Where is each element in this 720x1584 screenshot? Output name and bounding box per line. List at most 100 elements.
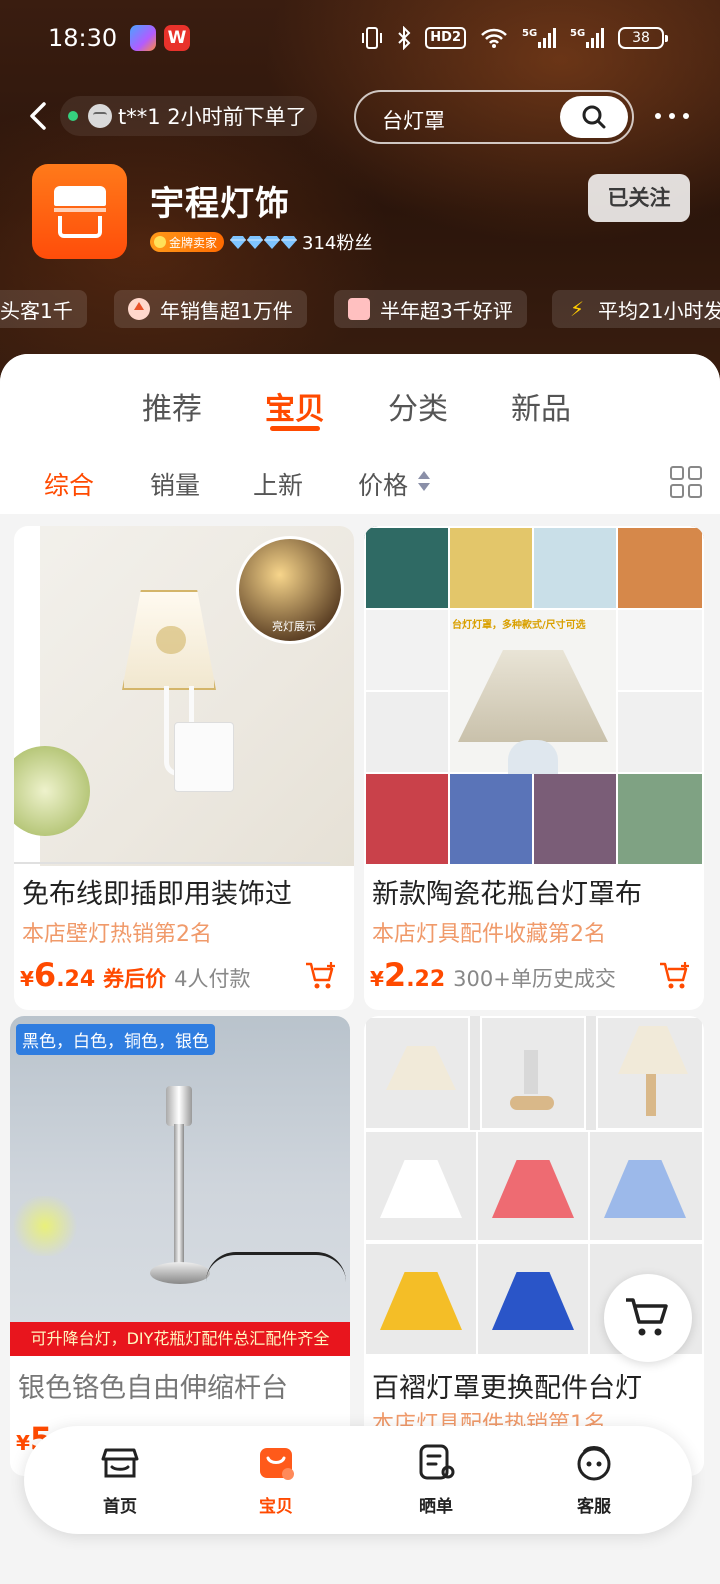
price-integer: 2 <box>383 956 407 994</box>
more-options-button[interactable] <box>652 104 692 128</box>
medal-icon <box>154 236 166 248</box>
floating-cart-button[interactable] <box>604 1274 692 1362</box>
add-to-cart-icon[interactable] <box>304 960 338 992</box>
shop-highlights: 回头客1千 年销售超1万件 半年超3千好评 ⚡ 平均21小时发 <box>0 290 720 328</box>
recent-order-notice[interactable]: t**1 2小时前下单了 <box>60 96 317 136</box>
more-dot-icon <box>669 113 675 119</box>
product-title: 百褶灯罩更换配件台灯 <box>372 1373 642 1404</box>
arrow-up-icon <box>128 298 150 320</box>
sort-price[interactable]: 价格 <box>358 466 408 502</box>
app-notification-icon <box>130 25 156 51</box>
shop-tabs: 推荐 宝贝 分类 新品 <box>0 354 720 454</box>
nav-label: 客服 <box>577 1497 611 1517</box>
nav-label: 晒单 <box>419 1497 453 1517</box>
product-image: 台灯灯罩，多种款式/尺寸可选 <box>364 526 704 866</box>
vibrate-icon <box>362 27 383 49</box>
product-title: 免布线即插即用装饰过 <box>22 879 292 910</box>
highlight-annual-sales[interactable]: 年销售超1万件 <box>114 290 307 328</box>
highlight-repeat-customers[interactable]: 回头客1千 <box>0 290 87 328</box>
buyer-avatar <box>88 104 112 128</box>
sort-newest[interactable]: 上新 <box>253 466 303 502</box>
color-options-label: 黑色，白色，铜色，银色 <box>16 1024 215 1055</box>
gold-seller-badge: 金牌卖家 <box>150 232 225 252</box>
sort-overall[interactable]: 综合 <box>44 466 94 502</box>
diamond-icon <box>281 236 298 249</box>
coupon-price-label: 券后价 <box>103 967 167 991</box>
shop-name[interactable]: 宇程灯饰 <box>150 176 290 225</box>
price-integer: 6 <box>33 956 57 994</box>
price-row: ¥ 2 .22 300+单历史成交 <box>370 956 616 996</box>
service-icon <box>577 1446 611 1481</box>
product-rank[interactable]: 本店壁灯热销第2名 <box>22 916 212 948</box>
diamond-icon <box>264 236 281 249</box>
nav-customer-service[interactable]: 客服 <box>534 1440 654 1524</box>
product-banner: 可升降台灯，DIY花瓶灯配件总汇配件齐全 <box>10 1322 350 1356</box>
battery-indicator: 38 <box>618 27 668 49</box>
system-icons: HD2 5G 5G 38 <box>361 22 668 54</box>
tab-new[interactable]: 新品 <box>511 384 571 428</box>
currency-symbol: ¥ <box>20 967 34 991</box>
sort-sales[interactable]: 销量 <box>150 466 200 502</box>
nav-home[interactable]: 首页 <box>60 1440 180 1524</box>
price-decimal: .24 <box>56 967 96 992</box>
more-dot-icon <box>683 113 689 119</box>
bag-icon <box>260 1448 294 1480</box>
live-dot-icon <box>68 111 78 121</box>
price-row: ¥ 6 .24 券后价 4人付款 <box>20 956 251 996</box>
add-to-cart-icon[interactable] <box>658 960 692 992</box>
tab-products[interactable]: 宝贝 <box>265 384 325 428</box>
status-bar: 18:30 W HD2 5G 5G 38 <box>0 0 720 80</box>
svg-text:5G: 5G <box>570 28 585 39</box>
product-title: 新款陶瓷花瓶台灯罩布 <box>372 879 642 910</box>
wifi-icon <box>481 28 507 48</box>
product-image: 亮灯展示 <box>14 526 354 866</box>
chevron-left-icon <box>30 102 46 130</box>
cellular-signal-2-icon: 5G <box>570 28 604 48</box>
nav-reviews[interactable]: 晒单 <box>376 1440 496 1524</box>
follow-button[interactable]: 已关注 <box>588 174 690 222</box>
image-overlay-caption: 台灯灯罩，多种款式/尺寸可选 <box>452 620 586 631</box>
shop-home-icon <box>101 1448 139 1478</box>
shop-logo[interactable] <box>32 164 127 259</box>
image-overlay-caption: 亮灯展示 <box>272 620 316 633</box>
product-card[interactable]: 亮灯展示 免布线即插即用装饰过 本店壁灯热销第2名 ¥ 6 .24 券后价 4人… <box>14 526 354 1010</box>
currency-symbol: ¥ <box>370 967 384 991</box>
price-decimal: .22 <box>406 967 446 992</box>
nav-label: 首页 <box>103 1497 137 1517</box>
search-query: 台灯罩 <box>382 109 445 133</box>
bottom-nav: 首页 宝贝 晒单 客服 <box>24 1426 692 1534</box>
hd-voice-badge: HD2 <box>425 27 466 49</box>
sales-count: 300+单历史成交 <box>453 967 616 991</box>
nav-products[interactable]: 宝贝 <box>216 1440 336 1524</box>
thumb-up-icon <box>348 298 370 320</box>
product-title: 银色铬色自由伸缩杆台 <box>18 1373 288 1404</box>
tab-category[interactable]: 分类 <box>388 384 448 428</box>
bluetooth-icon <box>398 26 411 50</box>
more-dot-icon <box>655 113 661 119</box>
shop-badges: 金牌卖家 314粉丝 <box>150 230 372 254</box>
review-icon <box>419 1444 455 1480</box>
search-button[interactable] <box>560 96 628 138</box>
shop-search-box[interactable]: 台灯罩 <box>354 90 634 144</box>
recent-order-text: t**1 2小时前下单了 <box>118 105 307 129</box>
diamond-icon <box>230 236 247 249</box>
product-card[interactable]: 百褶灯罩更换配件台灯 本店灯具配件热销第1名 ¥ 7 <box>364 1016 704 1476</box>
product-card[interactable]: 台灯灯罩，多种款式/尺寸可选 新款陶瓷花瓶台灯罩布 本店灯具配件收藏第2名 ¥ … <box>364 526 704 1010</box>
grid-view-toggle[interactable] <box>670 466 702 498</box>
tab-recommend[interactable]: 推荐 <box>142 384 202 428</box>
status-time: 18:30 <box>48 24 118 52</box>
main-panel: 推荐 宝贝 分类 新品 综合 销量 上新 价格 亮灯展示 免布线即插即用装饰过 … <box>0 354 720 1584</box>
product-card[interactable]: 黑色，白色，铜色，银色 可升降台灯，DIY花瓶灯配件总汇配件齐全 银色铬色自由伸… <box>10 1016 350 1476</box>
search-icon <box>582 105 606 129</box>
sort-arrows-icon <box>418 471 430 493</box>
highlight-good-reviews[interactable]: 半年超3千好评 <box>334 290 527 328</box>
sales-count: 4人付款 <box>174 967 251 991</box>
fans-count: 314粉丝 <box>302 233 373 254</box>
lightning-icon: ⚡ <box>569 297 585 321</box>
back-button[interactable] <box>22 98 56 134</box>
active-tab-indicator <box>270 426 320 431</box>
product-rank[interactable]: 本店灯具配件收藏第2名 <box>372 916 606 948</box>
svg-text:5G: 5G <box>522 28 537 39</box>
currency-symbol: ¥ <box>16 1431 30 1455</box>
highlight-shipping-time[interactable]: ⚡ 平均21小时发 <box>552 290 720 328</box>
